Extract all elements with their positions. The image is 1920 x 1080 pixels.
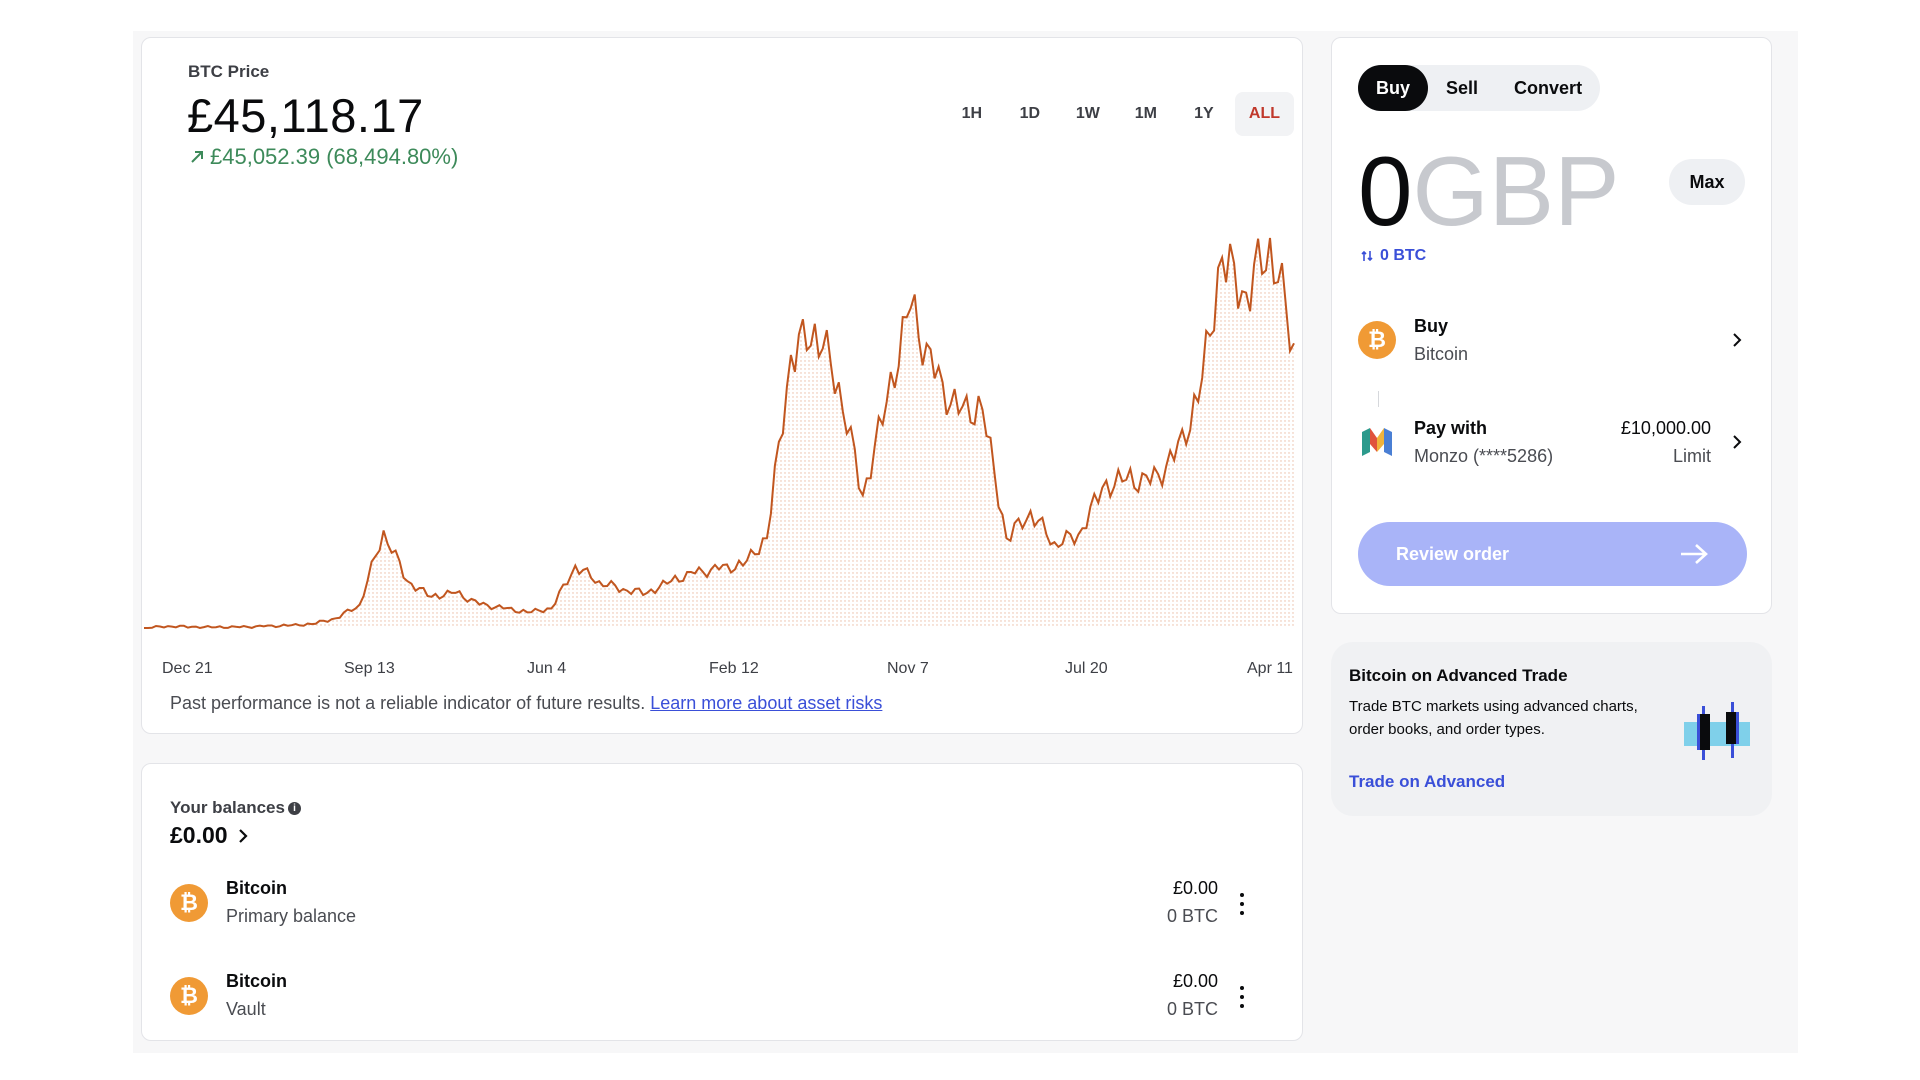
bitcoin-icon: ₿ [1358,321,1396,359]
timeframe-all[interactable]: ALL [1234,92,1294,136]
info-icon[interactable]: i [287,801,301,815]
chevron-right-icon [1733,333,1742,347]
buy-row-title: Buy [1414,316,1449,336]
chevron-right-icon [1733,435,1742,449]
bitcoin-icon: ₿ [170,884,208,922]
arrow-up-right-icon [191,151,203,163]
amount-currency: GBP [1412,136,1620,246]
x-axis-tick-label: Feb 12 [709,660,759,677]
balance-fiat: £0.00 [1172,878,1218,898]
converted-amount: 0 BTC [1380,247,1427,264]
timeframe-1y[interactable]: 1Y [1177,92,1231,136]
trade-mode-tabs: Buy Sell Convert [1358,65,1601,111]
timeframe-1w[interactable]: 1W [1061,92,1115,136]
advanced-trade-description: Trade BTC markets using advanced charts,… [1349,698,1638,738]
payment-limit-label: Limit [1672,446,1711,466]
balance-fiat: £0.00 [1172,971,1218,991]
tab-buy[interactable]: Buy [1358,65,1429,111]
price-label: BTC Price [188,62,270,81]
payment-account: Monzo (****5286) [1414,446,1554,466]
payment-method-row[interactable]: Pay with Monzo (****5286) £10,000.00 Lim… [1358,412,1748,472]
review-order-button[interactable]: Review order [1358,522,1747,586]
risk-disclaimer: Past performance is not a reliable indic… [170,693,882,714]
candlestick-illustration-icon [1684,702,1750,760]
review-order-label: Review order [1396,543,1510,564]
balance-row-primary[interactable]: ₿ Bitcoin Primary balance £0.00 0 BTC [170,878,1280,938]
timeframe-1m[interactable]: 1M [1119,92,1173,136]
x-axis-tick-label: Jul 20 [1065,660,1108,677]
price-chart[interactable]: Dec 21 Sep 13 Jun 4 Feb 12 Nov 7 Jul 20 Apr 11 [144,208,1302,683]
x-axis-tick-label: Apr 11 [1247,660,1293,677]
balance-type: Vault [226,999,266,1019]
timeframe-1h[interactable]: 1H [945,92,999,136]
advanced-trade-card: Bitcoin on Advanced Trade Trade BTC mark… [1331,642,1772,816]
pay-with-title: Pay with [1414,418,1488,438]
price-change: £45,052.39 (68,494.80%) [188,144,458,170]
buy-asset-row[interactable]: ₿ Buy Bitcoin [1358,310,1748,370]
trade-on-advanced-link[interactable]: Trade on Advanced [1349,772,1505,792]
current-price: £45,118.17 [187,89,424,142]
arrow-right-icon [1681,544,1708,564]
x-axis-tick-label: Sep 13 [344,660,395,677]
balance-crypto: 0 BTC [1166,906,1218,926]
more-options-icon[interactable] [1232,890,1252,918]
disclaimer-text: Past performance is not a reliable indic… [170,693,646,713]
row-connector [1378,391,1379,407]
balance-row-vault[interactable]: ₿ Bitcoin Vault £0.00 0 BTC [170,971,1280,1031]
advanced-trade-title: Bitcoin on Advanced Trade [1349,666,1568,685]
currency-switch[interactable]: 0 BTC [1360,247,1426,265]
max-button[interactable]: Max [1669,159,1745,205]
price-chart-card: BTC Price £45,118.17 £45,052.39 (68,494.… [141,37,1303,734]
x-axis-tick-label: Dec 21 [162,660,213,677]
x-axis-tick-label: Jun 4 [527,660,566,677]
x-axis-tick-label: Nov 7 [887,660,929,677]
balance-asset-name: Bitcoin [226,878,287,898]
timeframe-selector: 1H 1D 1W 1M 1Y ALL [945,92,1294,136]
tab-sell[interactable]: Sell [1428,65,1496,111]
payment-limit-amount: £10,000.00 [1620,418,1711,438]
asset-risks-link[interactable]: Learn more about asset risks [650,693,882,713]
timeframe-1d[interactable]: 1D [1003,92,1057,136]
balances-card: Your balances i £0.00 ₿ Bitcoin Primary … [141,763,1303,1041]
tab-convert[interactable]: Convert [1496,65,1600,111]
amount-input[interactable]: 0 GBP [1358,136,1619,246]
balance-type: Primary balance [226,906,357,926]
balances-heading: Your balances i [170,798,301,818]
swap-arrows-icon [1361,250,1373,262]
chevron-right-icon [238,828,248,843]
balances-label: Your balances [170,798,285,817]
balances-total[interactable]: £0.00 [170,822,248,849]
amount-value: 0 [1358,136,1413,246]
price-change-text: £45,052.39 (68,494.80%) [210,144,459,169]
balances-total-value: £0.00 [170,822,228,848]
bitcoin-icon: ₿ [170,977,208,1015]
more-options-icon[interactable] [1232,983,1252,1011]
monzo-logo-icon [1362,428,1392,456]
trade-card: Buy Sell Convert 0 GBP Max 0 BTC ₿ Buy B… [1331,37,1772,614]
balance-crypto: 0 BTC [1166,999,1218,1019]
buy-row-asset: Bitcoin [1414,344,1469,364]
balance-asset-name: Bitcoin [226,971,287,991]
